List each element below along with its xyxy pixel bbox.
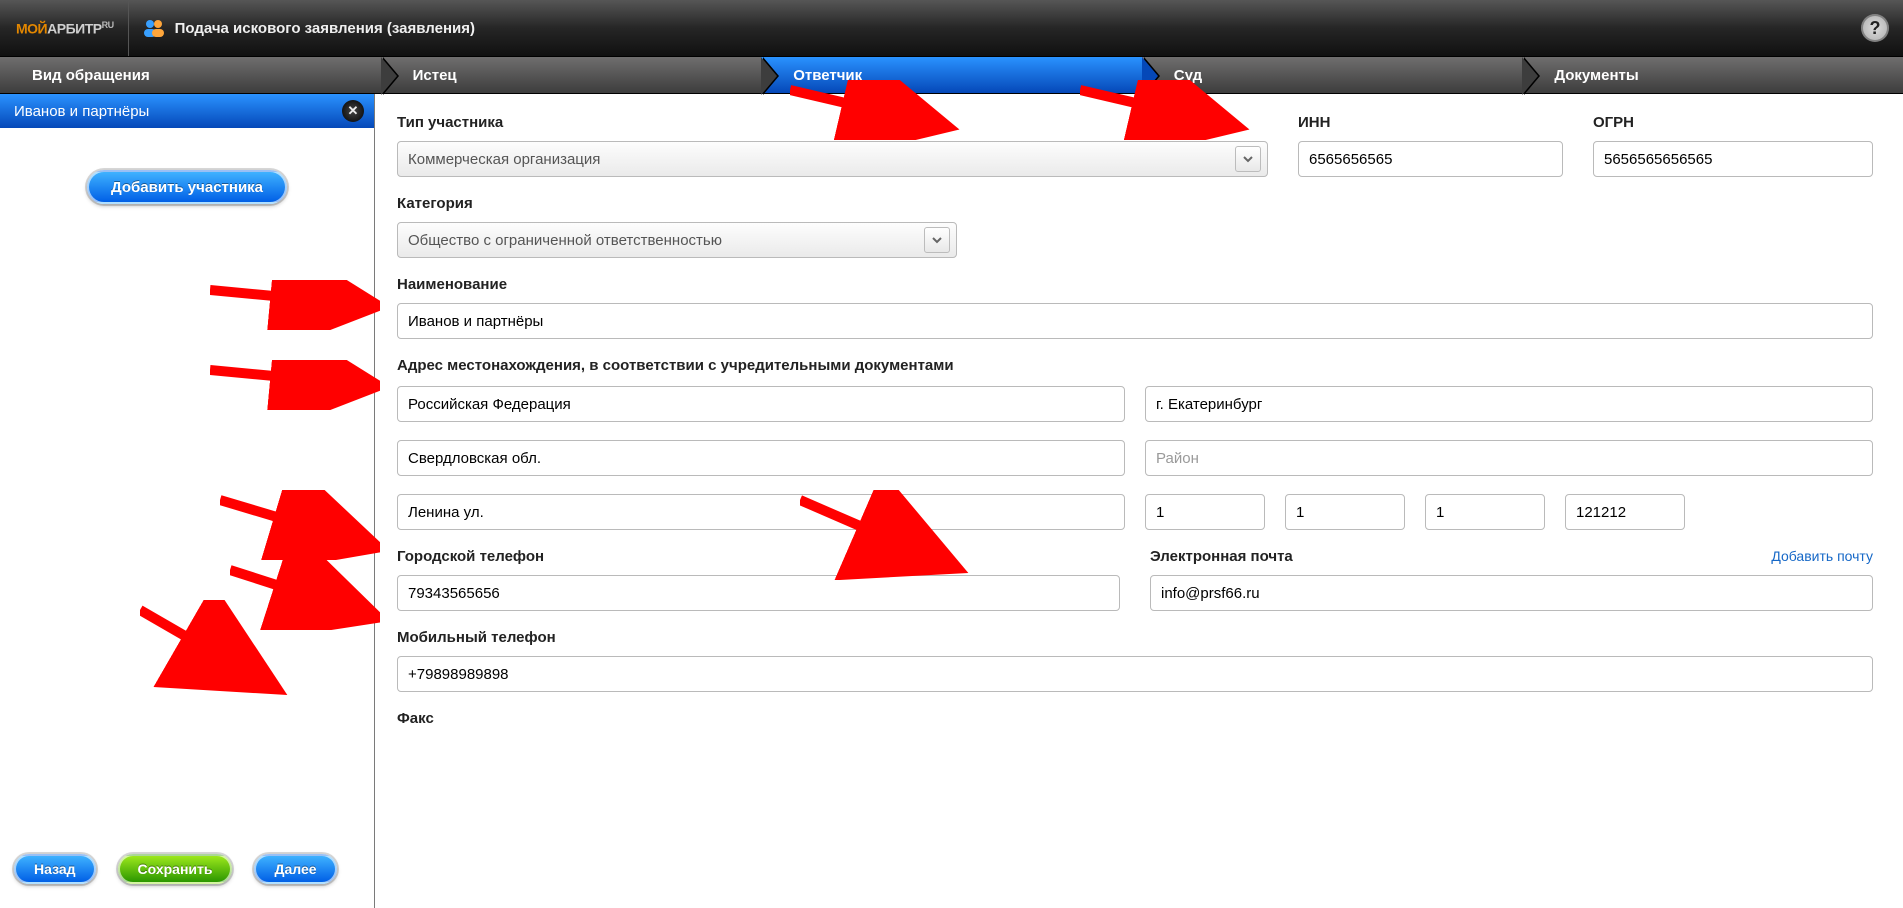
step-label: Документы xyxy=(1554,67,1638,84)
participant-type-label: Тип участника xyxy=(397,114,1268,131)
region-input[interactable] xyxy=(397,440,1125,476)
back-button[interactable]: Назад xyxy=(14,854,96,884)
fax-label: Факс xyxy=(397,710,1873,727)
close-icon[interactable]: ✕ xyxy=(342,100,364,122)
step-label: Вид обращения xyxy=(32,67,150,84)
mobile-phone-input[interactable] xyxy=(397,656,1873,692)
help-button[interactable]: ? xyxy=(1861,14,1889,42)
participant-chip[interactable]: Иванов и партнёры ✕ xyxy=(0,94,374,128)
add-participant-label: Добавить участника xyxy=(111,179,263,196)
org-name-input[interactable] xyxy=(397,303,1873,339)
participant-type-value: Коммерческая организация xyxy=(408,151,600,168)
step-documents[interactable]: Документы xyxy=(1522,57,1903,93)
step-label: Ответчик xyxy=(793,67,862,84)
step-defendant[interactable]: Ответчик xyxy=(761,57,1142,93)
street-input[interactable] xyxy=(397,494,1125,530)
house-input[interactable] xyxy=(1145,494,1265,530)
sidebar-actions: Назад Сохранить Далее xyxy=(0,854,374,908)
step-appeal-type[interactable]: Вид обращения xyxy=(0,57,381,93)
logo: МОЙАРБИТРRU xyxy=(16,20,114,37)
add-participant-button[interactable]: Добавить участника xyxy=(87,170,287,204)
logo-sup: RU xyxy=(102,20,114,30)
step-label: Истец xyxy=(413,67,457,84)
postcode-input[interactable] xyxy=(1565,494,1685,530)
category-label: Категория xyxy=(397,195,957,212)
save-label: Сохранить xyxy=(138,861,213,877)
step-plaintiff[interactable]: Истец xyxy=(381,57,762,93)
chevron-down-icon xyxy=(1235,146,1261,172)
city-input[interactable] xyxy=(1145,386,1873,422)
header-divider xyxy=(128,0,129,56)
category-value: Общество с ограниченной ответственностью xyxy=(408,232,722,249)
ogrn-label: ОГРН xyxy=(1593,114,1873,131)
step-court[interactable]: Суд xyxy=(1142,57,1523,93)
logo-part-1: МОЙ xyxy=(16,20,47,36)
ogrn-input[interactable] xyxy=(1593,141,1873,177)
address-label: Адрес местонахождения, в соответствии с … xyxy=(397,357,1873,374)
form-panel: Тип участника Коммерческая организация И… xyxy=(375,94,1903,908)
page-title-wrap: Подача искового заявления (заявления) xyxy=(143,18,475,38)
logo-part-2: АРБИТР xyxy=(47,20,101,36)
building-input[interactable] xyxy=(1285,494,1405,530)
city-phone-label: Городской телефон xyxy=(397,548,1120,565)
org-name-label: Наименование xyxy=(397,276,1873,293)
inn-input[interactable] xyxy=(1298,141,1563,177)
step-label: Суд xyxy=(1174,67,1202,84)
work-area: Иванов и партнёры ✕ Добавить участника Н… xyxy=(0,94,1903,908)
back-label: Назад xyxy=(34,861,76,877)
page-title: Подача искового заявления (заявления) xyxy=(175,20,475,37)
email-input[interactable] xyxy=(1150,575,1873,611)
participant-type-select[interactable]: Коммерческая организация xyxy=(397,141,1268,177)
email-label: Электронная почта xyxy=(1150,548,1293,565)
participant-name: Иванов и партнёры xyxy=(14,103,149,120)
flat-input[interactable] xyxy=(1425,494,1545,530)
step-bar: Вид обращения Истец Ответчик Суд Докумен… xyxy=(0,56,1903,94)
people-icon xyxy=(143,18,165,38)
category-select[interactable]: Общество с ограниченной ответственностью xyxy=(397,222,957,258)
save-button[interactable]: Сохранить xyxy=(118,854,233,884)
district-input[interactable] xyxy=(1145,440,1873,476)
inn-label: ИНН xyxy=(1298,114,1563,131)
app-header: МОЙАРБИТРRU Подача искового заявления (з… xyxy=(0,0,1903,56)
next-label: Далее xyxy=(274,861,316,877)
city-phone-input[interactable] xyxy=(397,575,1120,611)
add-email-link[interactable]: Добавить почту xyxy=(1771,548,1873,564)
next-button[interactable]: Далее xyxy=(254,854,336,884)
mobile-phone-label: Мобильный телефон xyxy=(397,629,1873,646)
country-input[interactable] xyxy=(397,386,1125,422)
chevron-down-icon xyxy=(924,227,950,253)
sidebar: Иванов и партнёры ✕ Добавить участника Н… xyxy=(0,94,375,908)
